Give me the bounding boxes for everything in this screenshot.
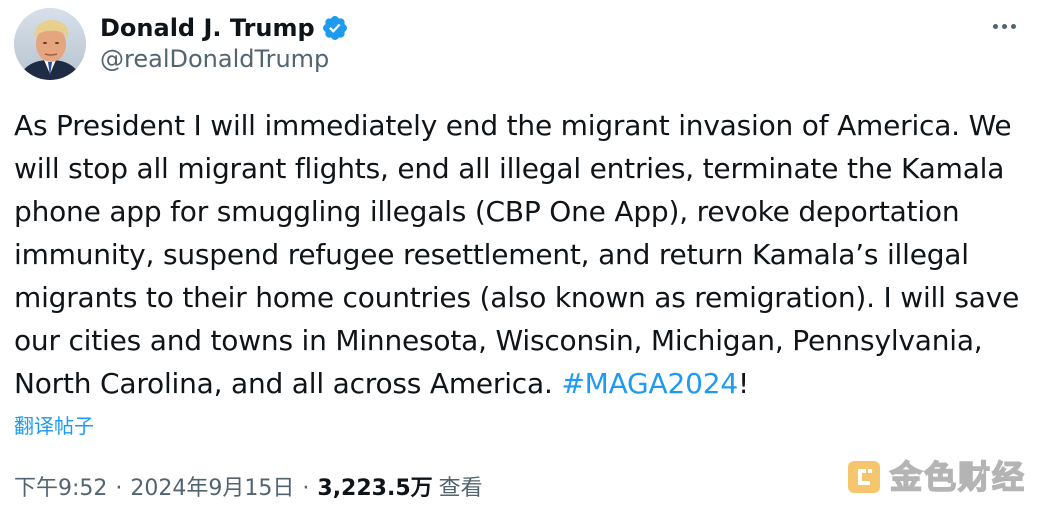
- watermark-text: 金色财经: [889, 457, 1026, 497]
- tweet-card: Donald J. Trump @realDonaldTrump As Pres…: [0, 0, 1038, 508]
- more-options-icon[interactable]: [986, 12, 1022, 40]
- meta-separator: ·: [302, 476, 310, 501]
- display-name-row: Donald J. Trump: [100, 13, 349, 43]
- tweet-ending: !: [737, 367, 749, 400]
- views-count: 3,223.5万: [317, 476, 433, 501]
- post-time[interactable]: 下午9:52: [14, 474, 107, 504]
- hashtag-link[interactable]: #MAGA2024: [561, 367, 738, 400]
- translate-post-link[interactable]: 翻译帖子: [14, 412, 94, 440]
- tweet-text: As President I will immediately end the …: [14, 104, 1024, 405]
- post-date[interactable]: 2024年9月15日: [130, 474, 294, 504]
- views-label: 查看: [438, 476, 483, 501]
- tweet-meta: 下午9:52 · 2024年9月15日 · 3,223.5万 查看: [14, 474, 483, 504]
- display-name[interactable]: Donald J. Trump: [100, 13, 315, 43]
- portrait-avatar-icon: [14, 8, 86, 80]
- tweet-header: Donald J. Trump @realDonaldTrump: [14, 8, 349, 80]
- meta-separator: ·: [115, 476, 123, 501]
- watermark: 金色财经: [846, 455, 1026, 499]
- jinse-logo-icon: [847, 461, 880, 493]
- avatar[interactable]: [14, 8, 86, 80]
- verified-badge-icon[interactable]: [321, 14, 349, 42]
- tweet-body: As President I will immediately end the …: [14, 109, 1020, 400]
- author-names: Donald J. Trump @realDonaldTrump: [100, 13, 349, 75]
- author-handle[interactable]: @realDonaldTrump: [100, 43, 349, 75]
